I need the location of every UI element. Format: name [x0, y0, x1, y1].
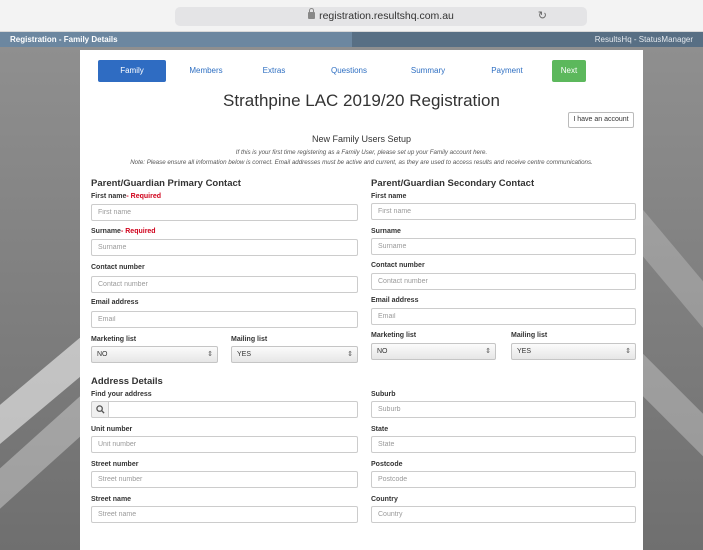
tab-registration[interactable]: Registration - Family Details — [0, 32, 352, 47]
street-name-label: Street name — [91, 496, 132, 503]
url-display: registration.resultshq.com.au — [175, 8, 587, 22]
browser-toolbar: registration.resultshq.com.au ↻ — [0, 0, 703, 32]
updown-arrow-icon: ⇕ — [207, 351, 213, 358]
next-button[interactable]: Next — [552, 60, 586, 82]
updown-arrow-icon: ⇕ — [347, 351, 353, 358]
primary-marketing-value: NO — [97, 351, 108, 358]
unit-number-input[interactable] — [91, 436, 358, 453]
page-title: Strathpine LAC 2019/20 Registration — [223, 91, 500, 110]
secondary-first-name-input[interactable] — [371, 203, 636, 220]
street-number-label: Street number — [91, 461, 139, 468]
secondary-email-label: Email address — [371, 297, 419, 304]
setup-title: New Family Users Setup — [311, 134, 412, 144]
primary-first-name-input[interactable] — [91, 204, 358, 221]
find-address-group — [91, 401, 358, 418]
postcode-input[interactable] — [371, 471, 636, 488]
primary-first-name-label: First name- Required — [91, 193, 161, 200]
reload-icon[interactable]: ↻ — [538, 9, 547, 22]
primary-email-label: Email address — [91, 299, 139, 306]
have-account-button[interactable]: I have an account — [568, 112, 634, 128]
suburb-input[interactable] — [371, 401, 636, 418]
secondary-email-input[interactable] — [371, 308, 636, 325]
step-questions[interactable]: Questions — [320, 60, 378, 82]
step-summary[interactable]: Summary — [400, 60, 456, 82]
address-heading: Address Details — [91, 376, 163, 387]
secondary-mailing-label: Mailing list — [511, 332, 548, 339]
registration-card: Family Members Extras Questions Summary … — [80, 50, 643, 550]
primary-first-name-label-text: First name — [91, 193, 127, 200]
secondary-contact-label: Contact number — [371, 262, 425, 269]
postcode-label: Postcode — [371, 461, 403, 468]
step-members[interactable]: Members — [178, 60, 234, 82]
secondary-contact-heading: Parent/Guardian Secondary Contact — [371, 178, 535, 189]
state-label: State — [371, 426, 389, 433]
required-marker: - Required — [126, 193, 162, 200]
updown-arrow-icon: ⇕ — [625, 348, 631, 355]
secondary-marketing-value: NO — [377, 348, 388, 355]
step-nav: Family Members Extras Questions Summary … — [80, 60, 643, 82]
secondary-marketing-label: Marketing list — [371, 332, 417, 339]
secondary-first-name-label: First name — [371, 193, 407, 200]
secondary-mailing-select[interactable]: YES ⇕ — [511, 343, 636, 360]
country-input[interactable] — [371, 506, 636, 523]
secondary-surname-label: Surname — [371, 228, 401, 235]
primary-marketing-label: Marketing list — [91, 336, 137, 343]
country-label: Country — [371, 496, 398, 503]
url-text: registration.resultshq.com.au — [319, 10, 454, 22]
state-input[interactable] — [371, 436, 636, 453]
primary-mailing-value: YES — [237, 351, 252, 358]
lock-icon — [308, 8, 316, 19]
secondary-mailing-value: YES — [517, 348, 532, 355]
primary-surname-input[interactable] — [91, 239, 358, 256]
primary-mailing-label: Mailing list — [231, 336, 268, 343]
browser-tabbar: Registration - Family Details ResultsHq … — [0, 32, 703, 47]
suburb-label: Suburb — [371, 391, 396, 398]
step-family[interactable]: Family — [98, 60, 166, 82]
primary-contact-input[interactable] — [91, 276, 358, 293]
updown-arrow-icon: ⇕ — [485, 348, 491, 355]
primary-marketing-select[interactable]: NO ⇕ — [91, 346, 218, 363]
unit-number-label: Unit number — [91, 426, 133, 433]
step-extras[interactable]: Extras — [248, 60, 300, 82]
secondary-surname-input[interactable] — [371, 238, 636, 255]
find-address-input[interactable] — [108, 401, 358, 418]
info-text: If this is your first time registering a… — [235, 149, 488, 156]
secondary-contact-input[interactable] — [371, 273, 636, 290]
step-payment[interactable]: Payment — [478, 60, 536, 82]
primary-contact-heading: Parent/Guardian Primary Contact — [91, 178, 241, 189]
address-bar[interactable]: registration.resultshq.com.au ↻ — [175, 7, 587, 26]
primary-contact-label: Contact number — [91, 264, 145, 271]
street-number-input[interactable] — [91, 471, 358, 488]
note-text: Note: Please ensure all information belo… — [130, 159, 593, 166]
street-name-input[interactable] — [91, 506, 358, 523]
primary-surname-label: Surname- Required — [91, 228, 156, 235]
primary-mailing-select[interactable]: YES ⇕ — [231, 346, 358, 363]
primary-email-input[interactable] — [91, 311, 358, 328]
search-icon — [91, 401, 109, 418]
find-address-label: Find your address — [91, 391, 152, 398]
tab-status-manager[interactable]: ResultsHq - StatusManager — [351, 32, 703, 47]
primary-surname-label-text: Surname — [91, 228, 121, 235]
required-marker: - Required — [120, 228, 156, 235]
secondary-marketing-select[interactable]: NO ⇕ — [371, 343, 496, 360]
